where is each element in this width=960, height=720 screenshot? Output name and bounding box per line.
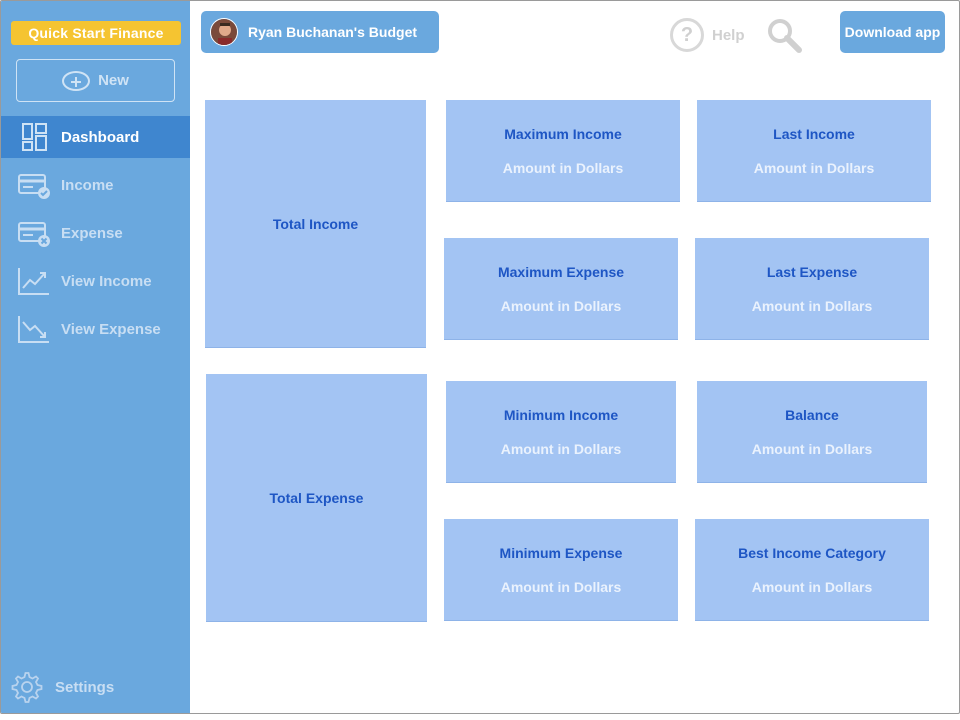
download-app-button[interactable]: Download app: [840, 11, 945, 53]
min-expense-card[interactable]: Minimum Expense Amount in Dollars: [444, 519, 678, 621]
total-income-card[interactable]: Total Income: [205, 100, 426, 348]
card-title: Minimum Income: [503, 406, 619, 423]
income-icon: [18, 174, 50, 199]
card-value: Amount in Dollars: [502, 159, 624, 176]
sidebar: Quick Start Finance New Dashboard Income…: [1, 1, 190, 713]
settings-button[interactable]: Settings: [9, 669, 179, 705]
card-value: Amount in Dollars: [751, 578, 873, 595]
card-title: Total Expense: [269, 489, 364, 506]
max-income-card[interactable]: Maximum Income Amount in Dollars: [446, 100, 680, 202]
balance-card[interactable]: Balance Amount in Dollars: [697, 381, 927, 483]
total-expense-card[interactable]: Total Expense: [206, 374, 427, 622]
last-expense-card[interactable]: Last Expense Amount in Dollars: [695, 238, 929, 340]
sidebar-item-label: Expense: [61, 224, 123, 242]
plus-icon: [62, 70, 91, 91]
card-value: Amount in Dollars: [751, 297, 873, 314]
avatar: [210, 18, 238, 46]
card-title: Maximum Expense: [497, 263, 625, 280]
new-button-label: New: [98, 72, 129, 89]
min-income-card[interactable]: Minimum Income Amount in Dollars: [446, 381, 676, 483]
max-expense-card[interactable]: Maximum Expense Amount in Dollars: [444, 238, 678, 340]
budget-selector[interactable]: Ryan Buchanan's Budget: [201, 11, 439, 53]
dashboard-icon: [22, 123, 47, 151]
card-value: Amount in Dollars: [751, 440, 873, 457]
card-title: Minimum Expense: [499, 544, 623, 561]
sidebar-item-dashboard[interactable]: Dashboard: [1, 116, 190, 158]
expense-icon: [18, 222, 50, 247]
card-value: Amount in Dollars: [753, 159, 875, 176]
sidebar-item-view-expense[interactable]: View Expense: [1, 308, 190, 350]
best-income-category-card[interactable]: Best Income Category Amount in Dollars: [695, 519, 929, 621]
sidebar-item-income[interactable]: Income: [1, 164, 190, 206]
sidebar-item-label: View Expense: [61, 320, 161, 338]
card-value: Amount in Dollars: [500, 440, 622, 457]
card-title: Last Expense: [766, 263, 858, 280]
gear-icon: [11, 672, 43, 703]
app-window: Quick Start Finance New Dashboard Income…: [0, 0, 960, 714]
help-label: Help: [712, 26, 745, 44]
sidebar-item-label: Dashboard: [61, 128, 140, 146]
card-title: Best Income Category: [738, 544, 886, 561]
sidebar-item-view-income[interactable]: View Income: [1, 260, 190, 302]
help-button[interactable]: ? Help: [670, 18, 745, 52]
last-income-card[interactable]: Last Income Amount in Dollars: [697, 100, 931, 202]
card-value: Amount in Dollars: [500, 578, 622, 595]
settings-label: Settings: [55, 678, 115, 696]
budget-title: Ryan Buchanan's Budget: [248, 24, 418, 40]
brand-logo[interactable]: Quick Start Finance: [11, 21, 181, 45]
help-icon: ?: [670, 18, 704, 52]
card-value: Amount in Dollars: [500, 297, 622, 314]
new-button[interactable]: New: [16, 59, 175, 102]
chart-down-icon: [18, 316, 49, 343]
sidebar-item-label: View Income: [61, 272, 152, 290]
chart-up-icon: [18, 268, 49, 295]
card-title: Total Income: [272, 215, 359, 232]
sidebar-item-label: Income: [61, 176, 114, 194]
card-title: Maximum Income: [504, 125, 622, 142]
sidebar-item-expense[interactable]: Expense: [1, 212, 190, 254]
card-title: Last Income: [773, 125, 855, 142]
card-title: Balance: [785, 406, 839, 423]
search-icon[interactable]: [765, 16, 803, 54]
